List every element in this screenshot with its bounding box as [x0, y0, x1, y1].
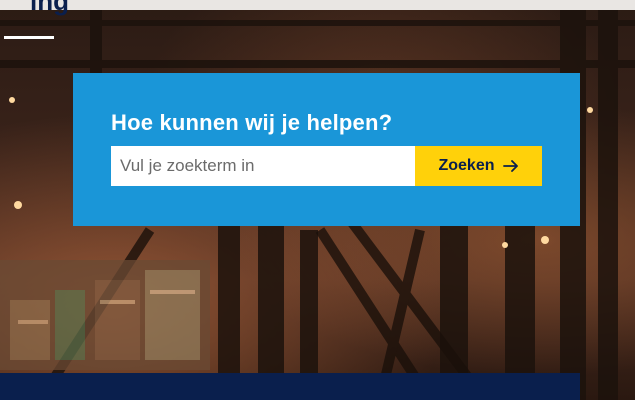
partial-heading: ing: [30, 0, 69, 16]
search-title: Hoe kunnen wij je helpen?: [111, 110, 393, 135]
header-strip: ing: [0, 0, 635, 16]
bottom-banner: [0, 373, 580, 400]
search-input[interactable]: [111, 146, 415, 186]
search-button[interactable]: Zoeken: [415, 146, 542, 186]
decorative-dash: [4, 36, 54, 39]
arrow-right-icon: [502, 160, 518, 172]
search-button-label: Zoeken: [438, 157, 495, 174]
search-panel: Hoe kunnen wij je helpen? Zoeken: [73, 73, 580, 226]
